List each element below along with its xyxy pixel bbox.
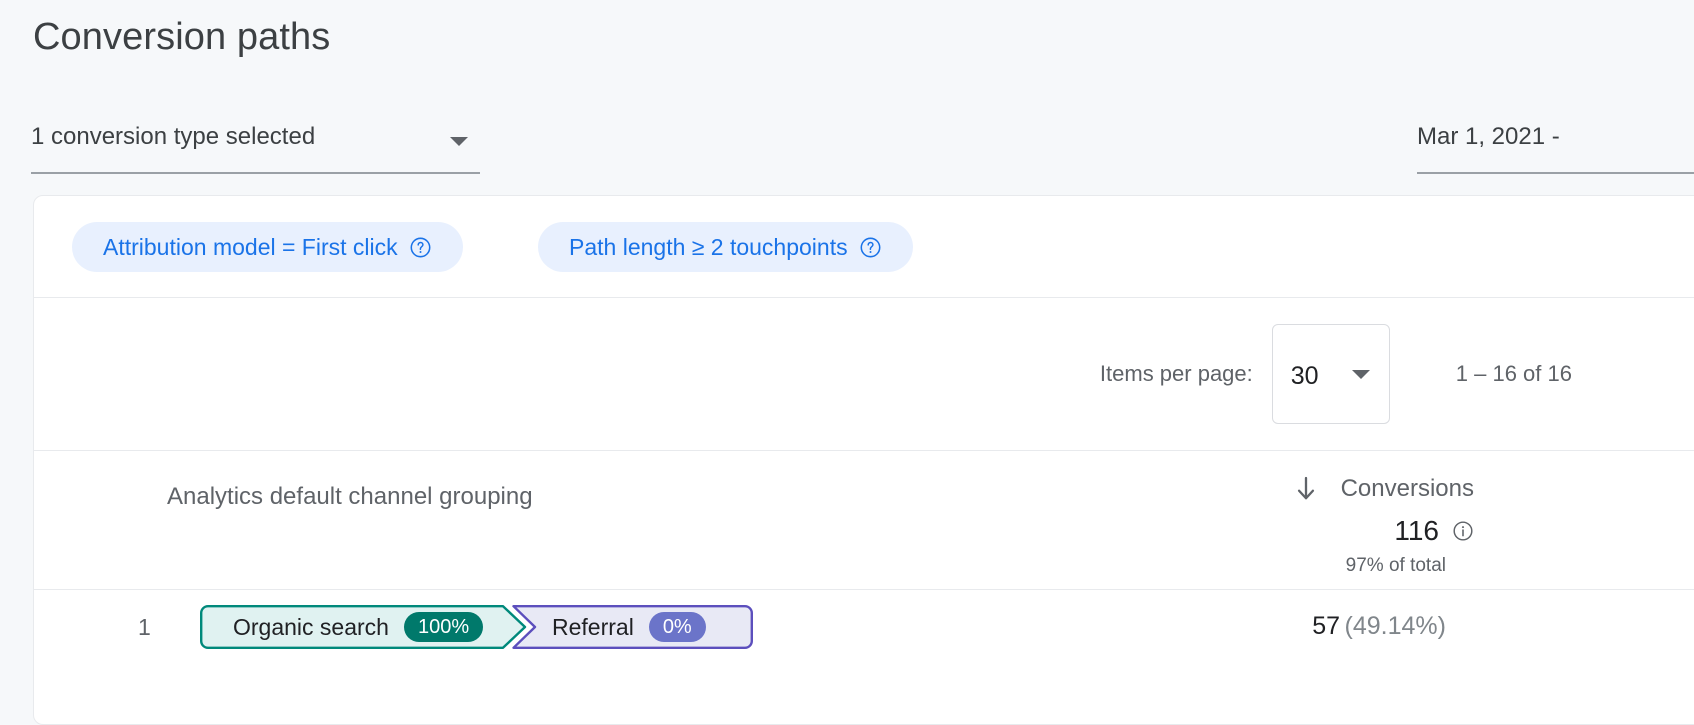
filter-chip-path-length[interactable]: Path length ≥ 2 touchpoints	[538, 222, 913, 272]
path-step-badge: 0%	[648, 612, 706, 642]
table-header-row: Analytics default channel grouping Conve…	[34, 451, 1694, 590]
report-card: Attribution model = First click Path len…	[33, 195, 1694, 725]
pagination-controls: Items per page: 30 1 – 16 of 16	[1100, 298, 1572, 450]
info-circle-icon[interactable]	[1452, 520, 1474, 542]
items-per-page-value: 30	[1290, 362, 1319, 390]
column-header-conversions: Conversions 116 97% of total	[1184, 469, 1474, 577]
filter-chips-row: Attribution model = First click Path len…	[34, 196, 1694, 298]
pagination-range-label: 1 – 16 of 16	[1455, 361, 1572, 386]
conversion-type-selector[interactable]: 1 conversion type selected	[31, 112, 480, 174]
date-range-label: Mar 1, 2021 -	[1417, 123, 1560, 150]
path-step-organic-search[interactable]: Organic search 100%	[200, 605, 527, 649]
page-title: Conversion paths	[33, 16, 331, 58]
path-step-content: Referral 0%	[552, 605, 706, 649]
conversion-path: Organic search 100% Referral 0%	[200, 605, 753, 649]
column-header-conversions-sort[interactable]: Conversions	[1184, 469, 1474, 509]
items-per-page-label: Items per page:	[1099, 361, 1253, 386]
items-per-page-select[interactable]: 30	[1271, 324, 1390, 424]
conversions-total: 116	[1184, 515, 1474, 547]
conversions-total-subtext: 97% of total	[1345, 555, 1446, 576]
row-conversions-cell: 57 (49.14%)	[1184, 612, 1474, 641]
arrow-down-icon	[1292, 474, 1320, 504]
row-conversions-percent: (49.14%)	[1344, 612, 1446, 640]
chevron-down-icon	[450, 137, 468, 146]
pagination-row: Items per page: 30 1 – 16 of 16	[34, 298, 1694, 451]
help-circle-icon[interactable]	[409, 236, 432, 259]
path-step-content: Organic search 100%	[233, 605, 484, 649]
conversion-type-selector-label: 1 conversion type selected	[31, 123, 316, 150]
conversion-paths-page: Conversion paths 1 conversion type selec…	[0, 0, 1694, 725]
conversions-total-value: 116	[1394, 515, 1439, 546]
column-header-dimension[interactable]: Analytics default channel grouping	[167, 483, 533, 511]
filter-chip-label: Path length ≥ 2 touchpoints	[569, 234, 848, 260]
path-step-referral[interactable]: Referral 0%	[512, 605, 753, 649]
column-header-conversions-label: Conversions	[1340, 475, 1474, 502]
help-circle-icon[interactable]	[859, 236, 882, 259]
path-step-label: Referral	[552, 613, 634, 640]
row-index: 1	[138, 614, 151, 640]
path-step-label: Organic search	[233, 613, 389, 640]
path-step-badge: 100%	[403, 612, 484, 642]
row-conversions-value: 57	[1312, 612, 1341, 640]
date-range-selector[interactable]: Mar 1, 2021 -	[1417, 112, 1694, 174]
chevron-down-icon	[1351, 370, 1370, 379]
filter-chip-attribution-model[interactable]: Attribution model = First click	[72, 222, 463, 272]
filter-chip-label: Attribution model = First click	[103, 234, 398, 260]
table-row[interactable]: 1 Organic search 100% Referral 0% 57 (49…	[34, 590, 1694, 664]
